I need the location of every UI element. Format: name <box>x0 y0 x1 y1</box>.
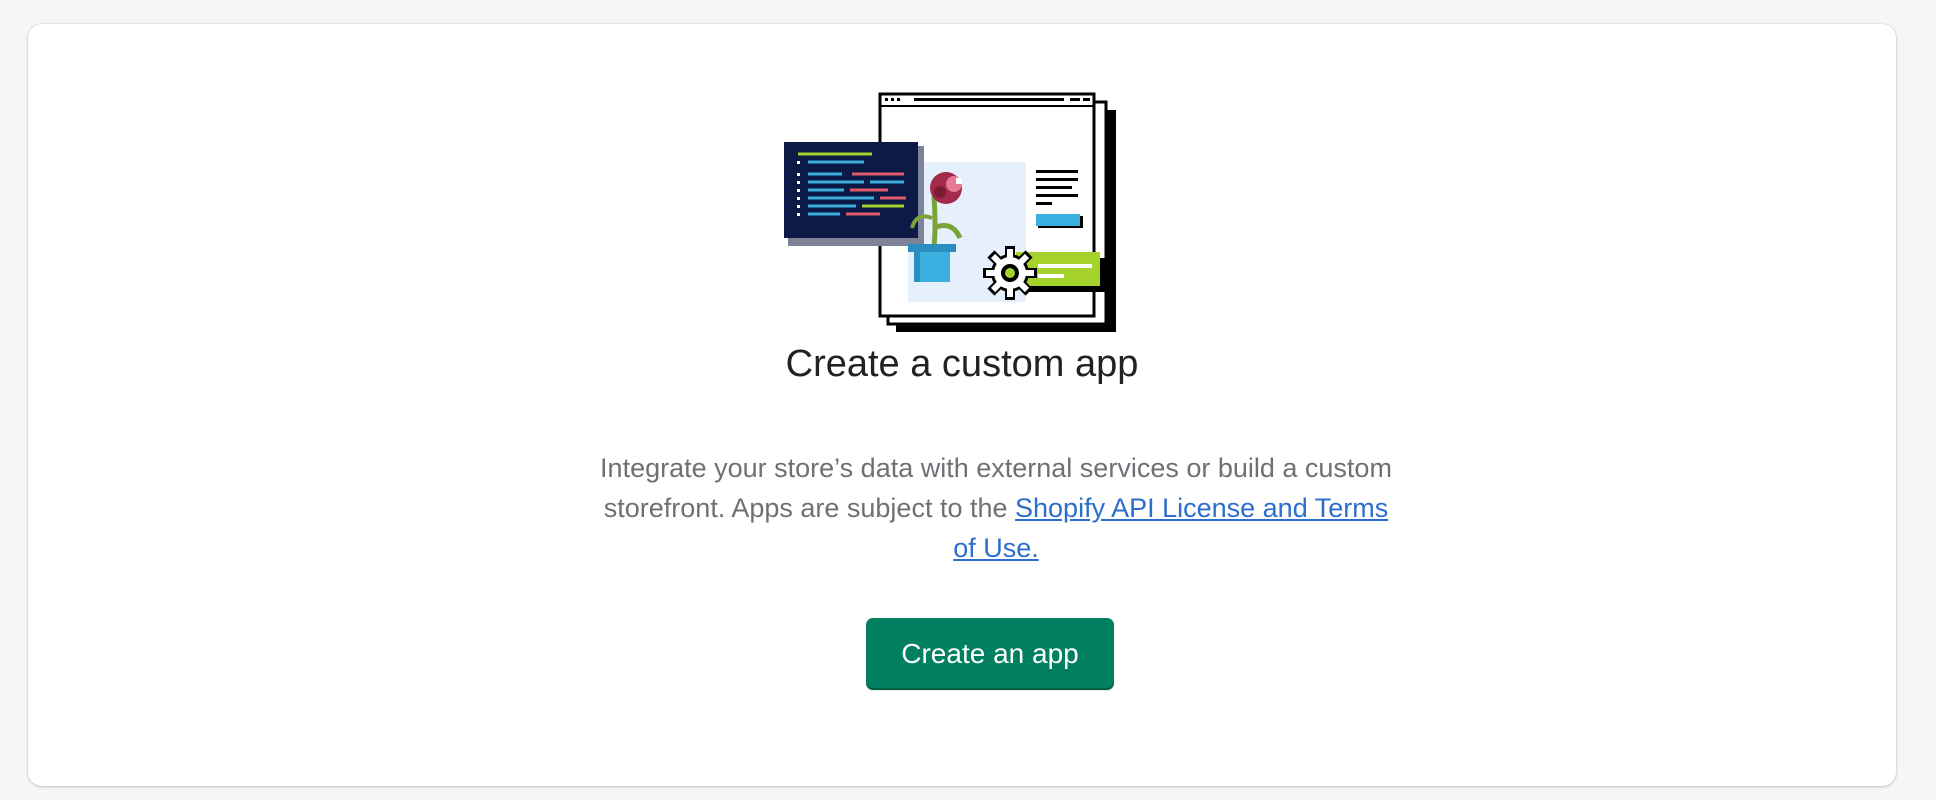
description: Integrate your store’s data with externa… <box>596 448 1396 568</box>
page-title: Create a custom app <box>785 343 1139 385</box>
terms-link[interactable]: Shopify API License and Terms of Use. <box>953 493 1388 563</box>
create-app-button[interactable]: Create an app <box>866 618 1114 690</box>
custom-app-illustration-icon <box>784 92 1116 332</box>
custom-app-card: Create a custom app Integrate your store… <box>28 24 1896 786</box>
